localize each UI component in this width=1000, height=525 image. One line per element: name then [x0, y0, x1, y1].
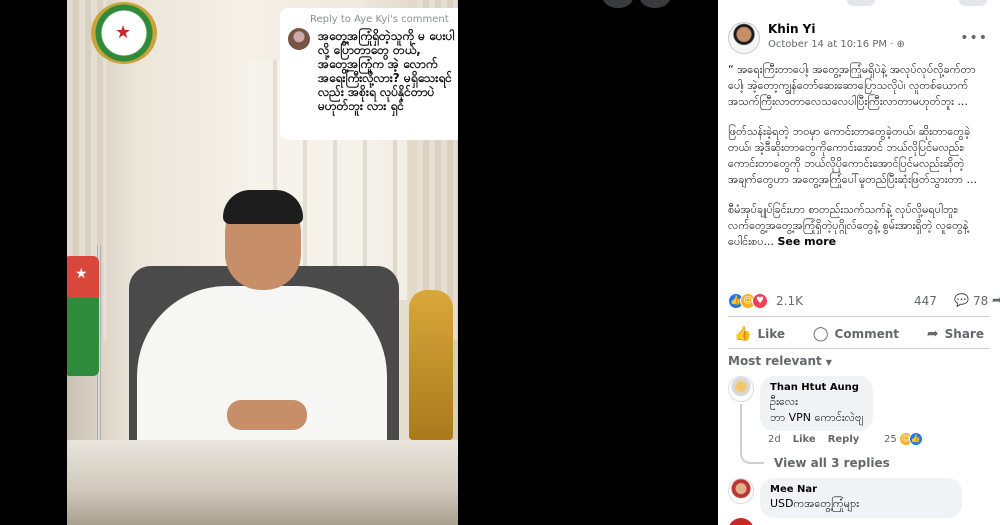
post-side-panel: Khin Yi October 14 at 10:16 PM · ⊕ ••• “… [718, 0, 1000, 525]
comment-bubble: Than Htut Aung ဦးလေး ဘာ VPN ကောင်းလဲဗျ [760, 376, 873, 431]
comment-line-1: USDကအတွေ့ကြုံများ [770, 497, 859, 510]
like-button[interactable]: 👍 Like [728, 320, 791, 348]
post-paragraph-3: စီမံအုပ်ချုပ်ခြင်းဟာ စာတည်းသက်သက်နဲ့ လုပ… [728, 203, 969, 248]
author-avatar[interactable] [728, 22, 760, 54]
more-options-icon[interactable]: ••• [960, 30, 988, 46]
golden-statue [409, 290, 453, 440]
post-date[interactable]: October 14 at 10:16 PM · ⊕ [768, 39, 905, 50]
thread-line [740, 404, 764, 464]
globe-icon: ⊕ [896, 39, 905, 50]
comment-actions: 2d Like Reply [768, 434, 968, 445]
speech-bubble-icon: ◯ [812, 326, 829, 342]
speaker-body [137, 286, 387, 456]
commenter-name[interactable]: Than Htut Aung [770, 382, 863, 393]
post-paragraph-2: ဖြတ်သန်းခဲ့ရတဲ့ ဘဝမှာ ကောင်းတာတွေခဲ့တယ်၊… [728, 125, 977, 186]
reaction-count[interactable]: 2.1K [776, 294, 803, 308]
reply-to-label: Reply to Aye Kyi's comment [310, 14, 449, 25]
comment-count[interactable]: 447 [914, 294, 937, 308]
reaction-icons[interactable]: 👍 ☺ ♥ [728, 293, 768, 309]
video-frame[interactable]: ★ ★ Reply to Aye Kyi's comment အတွေ့အကြု… [67, 0, 458, 525]
commenter-name[interactable]: Mee Nar [770, 484, 952, 495]
commenter-avatar[interactable] [728, 376, 754, 402]
commenter-avatar[interactable] [728, 478, 754, 504]
comment-bubble: Mee Nar USDကအတွေ့ကြုံများ [760, 478, 962, 518]
comment-sort-dropdown[interactable]: Most relevant ▼ [728, 354, 832, 368]
speaker-hair [223, 190, 303, 224]
commenter-avatar [288, 28, 310, 50]
share-button[interactable]: ➦ Share [921, 320, 990, 348]
share-count-icon: ➦ [992, 293, 1000, 307]
comment-like-button[interactable]: Like [793, 434, 816, 445]
top-control-1[interactable] [846, 0, 876, 6]
share-count[interactable]: 78 [973, 294, 988, 308]
photo-viewer: ★ ★ Reply to Aye Kyi's comment အတွေ့အကြု… [0, 0, 718, 525]
speaker-hands [227, 400, 307, 430]
flag: ★ [67, 246, 101, 446]
party-logo: ★ [91, 2, 157, 64]
comment-button[interactable]: ◯ Comment [807, 320, 905, 348]
author-name[interactable]: Khin Yi [768, 22, 905, 36]
comment-count-icon: 💬 [954, 293, 969, 307]
commenter-avatar[interactable] [728, 518, 754, 525]
viewer-control-button-2[interactable] [640, 0, 670, 8]
post-actions: 👍 Like ◯ Comment ➦ Share [728, 320, 990, 348]
desk [67, 440, 458, 525]
post-body: “ အရေးကြီးတာပေါ့၊ အတွေ့အကြုံမရှိပဲနဲ့ အလ… [728, 62, 990, 264]
share-arrow-icon: ➦ [926, 326, 939, 342]
view-replies-link[interactable]: View all 3 replies [774, 456, 890, 470]
comment-reply-button[interactable]: Reply [828, 434, 860, 445]
caret-down-icon: ▼ [825, 358, 832, 367]
thumbs-up-icon: 👍 [734, 326, 752, 342]
divider [728, 316, 990, 317]
divider [728, 348, 990, 349]
comment-line-1: ဦးလေး [770, 395, 798, 408]
love-reaction-icon: ♥ [752, 293, 768, 309]
comment-time[interactable]: 2d [768, 434, 781, 445]
reply-comment-sticker: Reply to Aye Kyi's comment အတွေ့အကြုံရှိ… [280, 8, 458, 140]
viewer-control-button[interactable] [603, 0, 633, 8]
comment-reactions[interactable]: 25 ☺ 👍 [884, 432, 923, 446]
comment-line-2: ဘာ VPN ကောင်းလဲဗျ [770, 411, 863, 424]
like-reaction-icon: 👍 [908, 432, 923, 446]
post-paragraph-1: “ အရေးကြီးတာပေါ့၊ အတွေ့အကြုံမရှိပဲနဲ့ အလ… [728, 63, 976, 108]
reactions-bar: 👍 ☺ ♥ 2.1K 447 💬 78 ➦ [728, 293, 1000, 311]
panel-top-controls [718, 0, 1000, 6]
see-more-link[interactable]: See more [778, 235, 837, 248]
top-control-2[interactable] [958, 0, 988, 6]
post-author: Khin Yi October 14 at 10:16 PM · ⊕ [728, 22, 905, 54]
reply-comment-text: အတွေ့အကြုံရှိတဲ့သူကို မ ပေးပါလို့ ပြောတာ… [318, 29, 455, 113]
